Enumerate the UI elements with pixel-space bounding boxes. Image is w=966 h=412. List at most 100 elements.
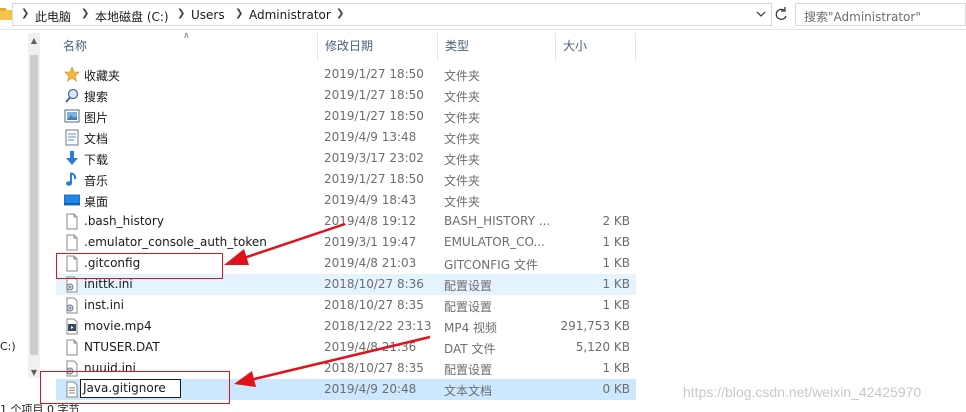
address-toolbar: ❯ 此电脑 ❯ 本地磁盘 (C:) ❯ Users ❯ Administrato…	[0, 0, 966, 30]
list-item[interactable]: NTUSER.DAT 2019/4/8 21:36 DAT 文件 5,120 K…	[56, 337, 636, 358]
chevron-right-icon[interactable]: ❯	[81, 8, 89, 19]
file-icon	[66, 339, 78, 356]
file-type: 文件夹	[444, 153, 481, 167]
file-size: 1 KB	[602, 298, 630, 312]
search-folder-icon	[65, 88, 79, 103]
file-type: 文件夹	[444, 195, 481, 209]
column-header: ∧ 名称 修改日期 类型 大小	[56, 31, 636, 61]
file-name: 搜索	[84, 90, 109, 104]
file-date: 2019/4/8 19:12	[324, 214, 417, 228]
file-name: .bash_history	[84, 214, 164, 228]
file-date: 2019/1/27 18:50	[324, 88, 424, 102]
chevron-right-icon[interactable]: ❯	[21, 8, 29, 19]
breadcrumb-users[interactable]: Users	[191, 8, 225, 22]
file-name: NTUSER.DAT	[84, 340, 160, 354]
file-size: 1 KB	[602, 256, 630, 270]
file-name: .emulator_console_auth_token	[84, 235, 267, 249]
address-bar[interactable]: ❯ 此电脑 ❯ 本地磁盘 (C:) ❯ Users ❯ Administrato…	[12, 3, 772, 26]
file-date: 2018/10/27 8:36	[324, 277, 424, 291]
pictures-folder-icon	[64, 109, 80, 123]
file-type: 文件夹	[444, 132, 481, 146]
list-item[interactable]: .bash_history 2019/4/8 19:12 BASH_HISTOR…	[56, 211, 636, 232]
file-type: GITCONFIG 文件	[444, 258, 538, 272]
file-type: 文件夹	[444, 111, 481, 125]
column-type[interactable]: 类型	[438, 33, 556, 61]
chevron-right-icon[interactable]: ❯	[235, 8, 243, 19]
list-item[interactable]: .emulator_console_auth_token 2019/3/1 19…	[56, 232, 636, 253]
annotation-box-gitignore	[40, 371, 230, 404]
file-date: 2019/1/27 18:50	[324, 67, 424, 81]
list-item[interactable]: 图片 2019/1/27 18:50 文件夹	[56, 106, 636, 127]
file-type: 文件夹	[444, 69, 481, 83]
file-size: 291,753 KB	[560, 319, 630, 333]
file-name: 文档	[84, 132, 109, 146]
column-size[interactable]: 大小	[556, 33, 636, 61]
file-name: inst.ini	[84, 298, 124, 312]
chevron-down-icon[interactable]	[755, 7, 767, 21]
breadcrumb-administrator[interactable]: Administrator	[249, 8, 331, 22]
list-item[interactable]: 桌面 2019/4/9 18:43 文件夹	[56, 190, 636, 211]
column-name[interactable]: 名称	[56, 33, 318, 61]
column-date[interactable]: 修改日期	[318, 33, 438, 61]
file-date: 2019/1/27 18:50	[324, 172, 424, 186]
file-date: 2019/4/8 21:03	[324, 256, 417, 270]
star-folder-icon	[64, 66, 80, 82]
file-date: 2019/4/9 18:43	[324, 193, 417, 207]
file-size: 5,120 KB	[575, 340, 630, 354]
desktop-folder-icon	[64, 194, 80, 206]
breadcrumb-local-disk[interactable]: 本地磁盘 (C:)	[95, 8, 169, 25]
search-input[interactable]: 搜索"Administrator"	[795, 3, 966, 26]
scroll-down-icon[interactable]: ▼	[29, 368, 39, 378]
list-item[interactable]: 搜索 2019/1/27 18:50 文件夹	[56, 85, 636, 106]
file-date: 2018/10/27 8:35	[324, 298, 424, 312]
file-name: 音乐	[84, 174, 109, 188]
file-name: 下载	[84, 153, 109, 167]
breadcrumb-this-pc[interactable]: 此电脑	[35, 8, 71, 25]
scroll-up-icon[interactable]: ▲	[29, 36, 39, 46]
file-type: 文件夹	[444, 174, 481, 188]
list-item[interactable]: 音乐 2019/1/27 18:50 文件夹	[56, 169, 636, 190]
file-type: DAT 文件	[444, 342, 496, 356]
video-file-icon	[66, 318, 78, 335]
status-bar: 1 个项目 0 字节	[0, 403, 80, 412]
ini-file-icon	[66, 297, 78, 314]
file-type: 配置设置	[444, 363, 493, 377]
documents-folder-icon	[65, 129, 79, 146]
file-type: BASH_HISTORY ...	[444, 214, 551, 228]
file-date: 2019/4/9 20:48	[324, 382, 417, 396]
file-date: 2019/1/27 18:50	[324, 109, 424, 123]
nav-scrollbar-thumb[interactable]	[30, 55, 38, 355]
file-type: 文本文档	[444, 384, 493, 398]
file-size: 1 KB	[602, 361, 630, 375]
file-name: 图片	[84, 111, 109, 125]
list-item[interactable]: movie.mp4 2018/12/22 23:13 MP4 视频 291,75…	[56, 316, 636, 337]
music-folder-icon	[66, 172, 77, 186]
file-date: 2019/4/8 21:36	[324, 340, 417, 354]
file-name: 桌面	[84, 195, 109, 209]
file-name: movie.mp4	[84, 319, 152, 333]
file-size: 0 KB	[602, 382, 630, 396]
file-date: 2019/3/1 19:47	[324, 235, 417, 249]
chevron-right-icon[interactable]: ❯	[177, 8, 185, 19]
file-size: 2 KB	[602, 214, 630, 228]
file-type: 配置设置	[444, 300, 493, 314]
file-date: 2019/4/9 13:48	[324, 130, 417, 144]
list-item[interactable]: 下载 2019/3/17 23:02 文件夹	[56, 148, 636, 169]
file-type: 配置设置	[444, 279, 493, 293]
list-item[interactable]: 收藏夹 2019/1/27 18:50 文件夹	[56, 64, 636, 85]
file-size: 1 KB	[602, 235, 630, 249]
file-date: 2018/12/22 23:13	[324, 319, 432, 333]
nav-item-local-disk[interactable]: C:)	[0, 340, 16, 353]
file-name: inittk.ini	[84, 277, 133, 291]
file-icon	[66, 234, 78, 251]
refresh-icon[interactable]	[772, 3, 790, 26]
downloads-folder-icon	[66, 151, 78, 165]
list-item[interactable]: 文档 2019/4/9 13:48 文件夹	[56, 127, 636, 148]
chevron-right-icon[interactable]: ❯	[336, 8, 344, 19]
file-date: 2018/10/27 8:35	[324, 361, 424, 375]
file-name: 收藏夹	[84, 69, 121, 83]
file-type: 文件夹	[444, 90, 481, 104]
file-type: MP4 视频	[444, 321, 498, 335]
list-item[interactable]: inst.ini 2018/10/27 8:35 配置设置 1 KB	[56, 295, 636, 316]
watermark: https://blog.csdn.net/weixin_42425970	[683, 384, 922, 400]
